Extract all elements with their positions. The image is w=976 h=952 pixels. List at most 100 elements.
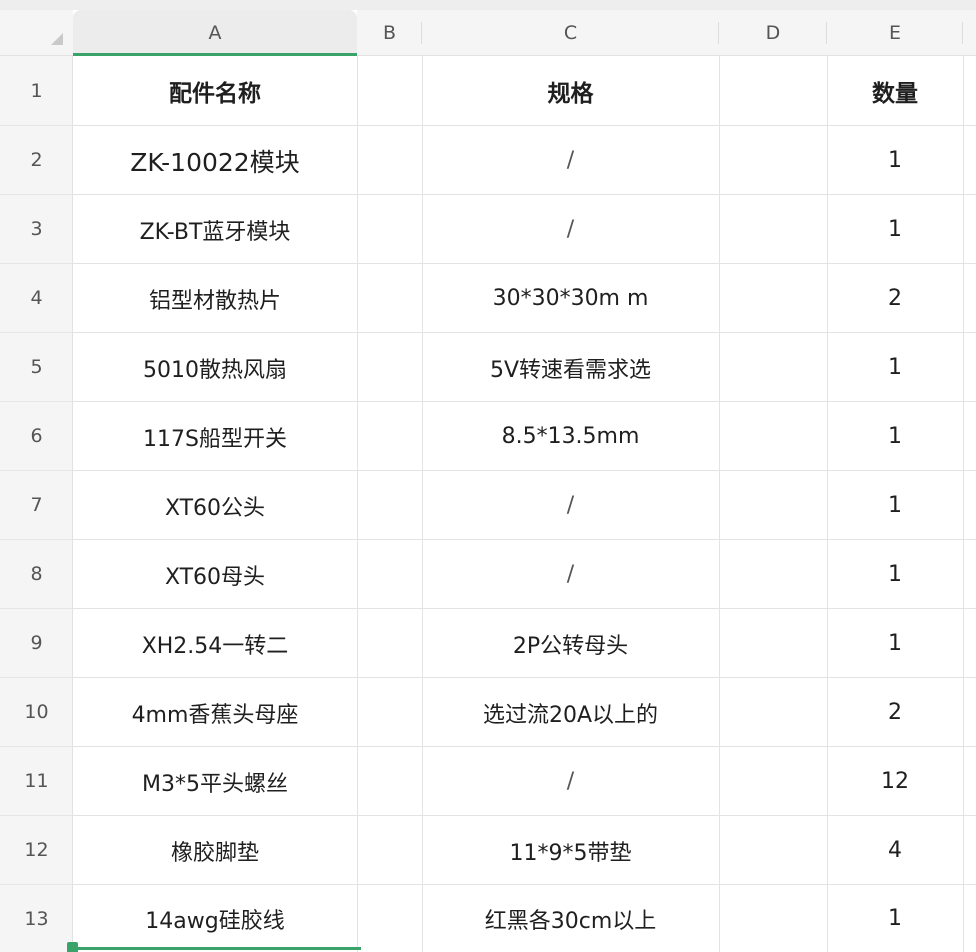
row-header[interactable]: 12 <box>0 816 73 885</box>
cell-e10[interactable]: 2 <box>827 678 963 747</box>
cell-a11[interactable]: M3*5平头螺丝 <box>73 747 357 816</box>
cell-text: 橡胶脚垫 <box>170 840 259 866</box>
row-header[interactable]: 10 <box>0 678 73 747</box>
select-all-triangle-icon <box>51 33 63 45</box>
cell-e4[interactable]: 2 <box>827 264 963 333</box>
row-number: 9 <box>30 632 43 654</box>
cell-text: / <box>566 769 575 794</box>
column-header-a[interactable]: A <box>73 10 357 56</box>
cell-a13[interactable]: 14awg硅胶线 <box>73 885 357 952</box>
cell-c10[interactable]: 选过流20A以上的 <box>422 678 719 747</box>
cell-a5[interactable]: 5010散热风扇 <box>73 333 357 402</box>
cell-e12[interactable]: 4 <box>827 816 963 885</box>
column-header-label: A <box>208 21 222 44</box>
cell-text: M3*5平头螺丝 <box>142 771 288 797</box>
cell-text: 4 <box>888 838 902 863</box>
row-number: 10 <box>24 701 49 723</box>
cell-e13[interactable]: 1 <box>827 885 963 952</box>
row-number: 6 <box>30 425 43 447</box>
cell-text: 铝型材散热片 <box>148 288 281 314</box>
cell-text: 选过流20A以上的 <box>482 702 659 728</box>
row-header[interactable]: 6 <box>0 402 73 471</box>
cell-c9[interactable]: 2P公转母头 <box>422 609 719 678</box>
row-number: 8 <box>30 563 43 585</box>
column-header-d[interactable]: D <box>719 10 827 56</box>
cell-b1[interactable] <box>357 56 422 126</box>
cell-text: 规格 <box>547 81 594 107</box>
cell-c7[interactable]: / <box>422 471 719 540</box>
cell-e3[interactable]: 1 <box>827 195 963 264</box>
cell-c3[interactable]: / <box>422 195 719 264</box>
cell-text: 5010散热风扇 <box>143 357 287 383</box>
cell-a8[interactable]: XT60母头 <box>73 540 357 609</box>
cell-text: 红黑各30cm以上 <box>484 908 657 934</box>
row-header[interactable]: 9 <box>0 609 73 678</box>
cell-c6[interactable]: 8.5*13.5mm <box>422 402 719 471</box>
cell-c1-spec-header[interactable]: 规格 <box>422 56 719 126</box>
cell-a9[interactable]: XH2.54一转二 <box>73 609 357 678</box>
cell-c11[interactable]: / <box>422 747 719 816</box>
cell-c8[interactable]: / <box>422 540 719 609</box>
cell-e9[interactable]: 1 <box>827 609 963 678</box>
cell-d1[interactable] <box>719 56 827 126</box>
row-header[interactable]: 4 <box>0 264 73 333</box>
cell-a12[interactable]: 橡胶脚垫 <box>73 816 357 885</box>
row-header[interactable]: 3 <box>0 195 73 264</box>
cell-text: 1 <box>888 148 902 173</box>
column-header-e[interactable]: E <box>827 10 963 56</box>
cell-c12[interactable]: 11*9*5带垫 <box>422 816 719 885</box>
cell-e7[interactable]: 1 <box>827 471 963 540</box>
gridline-vertical <box>963 56 964 952</box>
cell-e5[interactable]: 1 <box>827 333 963 402</box>
cell-a7[interactable]: XT60公头 <box>73 471 357 540</box>
row-number: 4 <box>30 287 43 309</box>
row-header[interactable]: 2 <box>0 126 73 195</box>
cell-text: 11*9*5带垫 <box>509 840 632 866</box>
cell-text: 30*30*30m m <box>492 286 649 311</box>
row-header[interactable]: 7 <box>0 471 73 540</box>
cell-c2[interactable]: / <box>422 126 719 195</box>
cell-c4[interactable]: 30*30*30m m <box>422 264 719 333</box>
gridline-vertical <box>357 56 358 952</box>
cell-c13[interactable]: 红黑各30cm以上 <box>422 885 719 952</box>
cell-text: / <box>566 562 575 587</box>
row-header[interactable]: 5 <box>0 333 73 402</box>
cell-a10[interactable]: 4mm香蕉头母座 <box>73 678 357 747</box>
column-header-b[interactable]: B <box>357 10 422 56</box>
cell-text: 配件名称 <box>169 81 261 107</box>
cell-a2[interactable]: ZK-10022模块 <box>73 126 357 195</box>
cell-text: 1 <box>888 355 902 380</box>
cell-text: / <box>566 217 575 242</box>
cell-text: 1 <box>888 906 902 931</box>
cell-e1-quantity-header[interactable]: 数量 <box>827 56 963 126</box>
cell-c5[interactable]: 5V转速看需求选 <box>422 333 719 402</box>
row-header[interactable]: 13 <box>0 885 73 952</box>
cell-e11[interactable]: 12 <box>827 747 963 816</box>
cell-a6[interactable]: 117S船型开关 <box>73 402 357 471</box>
cell-text: 1 <box>888 424 902 449</box>
cell-e6[interactable]: 1 <box>827 402 963 471</box>
row-header[interactable]: 1 <box>0 56 73 126</box>
cell-e8[interactable]: 1 <box>827 540 963 609</box>
cell-a4[interactable]: 铝型材散热片 <box>73 264 357 333</box>
cell-a1-part-name-header[interactable]: 配件名称 <box>73 56 357 126</box>
column-header-c[interactable]: C <box>422 10 719 56</box>
gridline-vertical <box>719 56 720 952</box>
select-all-corner[interactable] <box>0 10 73 56</box>
selection-fill-handle[interactable] <box>67 942 78 952</box>
cell-text: 4mm香蕉头母座 <box>131 702 299 728</box>
cell-text: ZK-10022模块 <box>130 147 300 177</box>
cell-text: 8.5*13.5mm <box>501 424 640 449</box>
cell-text: XT60母头 <box>164 564 266 590</box>
cell-a3[interactable]: ZK-BT蓝牙模块 <box>73 195 357 264</box>
cell-text: 1 <box>888 217 902 242</box>
cell-text: / <box>566 148 575 173</box>
row-header[interactable]: 8 <box>0 540 73 609</box>
row-number: 1 <box>30 79 43 102</box>
row-header[interactable]: 11 <box>0 747 73 816</box>
cell-text: 数量 <box>872 81 918 107</box>
column-header-f[interactable] <box>963 10 976 56</box>
cell-text: 1 <box>888 631 902 656</box>
cell-e2[interactable]: 1 <box>827 126 963 195</box>
column-header-label: C <box>563 21 578 44</box>
